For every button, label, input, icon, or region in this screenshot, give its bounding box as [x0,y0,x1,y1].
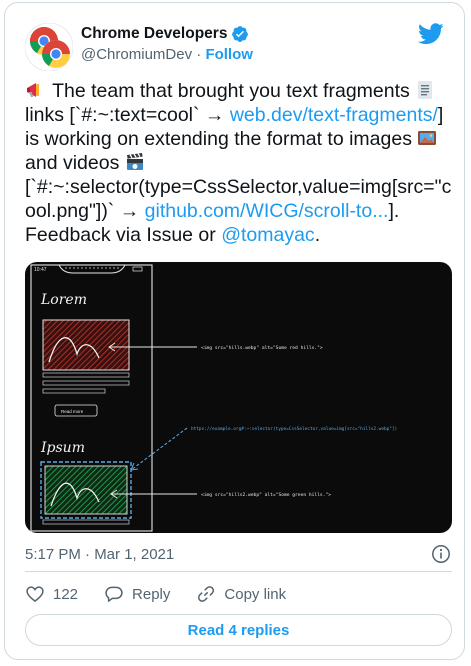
twitter-bird-icon[interactable] [418,23,444,45]
annotation-red-img: <img src="hills.webp" alt="Some red hill… [201,345,323,351]
author-name[interactable]: Chrome Developers [81,25,227,43]
tweet-text-part7: . [314,224,321,246]
reply-button[interactable]: Reply [104,584,170,604]
handle-separator: · [196,46,202,63]
heart-icon [26,586,44,603]
author-handle-row: @ChromiumDev · Follow [81,46,253,63]
megaphone-emoji-icon [27,83,39,97]
clapper-emoji-icon [126,153,143,170]
attached-image[interactable]: 10:47 Lorem Read more Ipsum <img src="hi… [25,262,452,533]
divider [25,571,452,572]
tweet-text-part1: The team that brought you text fragments [47,80,416,102]
annotation-url-selector: https://example.org#:~:selector(type=Css… [191,426,397,432]
tweet-text: The team that brought you text fragments… [25,79,455,247]
tweet-card: Chrome Developers @ChromiumDev · Follow … [4,2,465,660]
author-handle[interactable]: @ChromiumDev [81,46,192,63]
heading-lorem: Lorem [40,292,87,308]
copy-link-button[interactable]: Copy link [196,584,286,604]
info-icon[interactable] [431,544,451,564]
reply-label: Reply [132,585,171,603]
phone-notch [58,264,126,274]
author-name-row[interactable]: Chrome Developers [81,25,253,43]
diagram-illustration: 10:47 Lorem Read more Ipsum <img src="hi… [30,264,397,532]
reply-bubble-icon [105,586,123,602]
actions-bar: 122 Reply Copy link [25,584,312,604]
github-scroll-to-link[interactable]: github.com/WICG/scroll-to... [145,200,389,222]
copy-link-label: Copy link [224,585,287,603]
follow-button[interactable]: Follow [205,46,253,63]
tweet-text-part2: links [`#:~:text=cool` → [25,104,230,126]
read-replies-button[interactable]: Read 4 replies [25,614,452,646]
document-emoji-icon [418,81,433,99]
annotation-green-img: <img src="hills2.webp" alt="Some green h… [201,492,331,498]
chrome-logo-icon[interactable] [25,23,73,71]
read-more-label: Read more [61,409,84,414]
read-replies-label: Read 4 replies [187,621,290,639]
author-block: Chrome Developers @ChromiumDev · Follow [81,25,253,63]
tweet-text-part4: and videos [25,152,125,174]
like-count: 122 [53,585,79,603]
heading-ipsum: Ipsum [40,440,85,456]
text-fragments-link[interactable]: web.dev/text-fragments/ [230,104,438,126]
picture-emoji-icon [418,131,437,145]
tomayac-mention[interactable]: @tomayac [221,224,315,246]
verified-badge-icon [232,26,249,42]
like-button[interactable]: 122 [25,584,78,604]
status-time: 10:47 [34,267,47,273]
link-icon [198,586,215,602]
tweet-timestamp[interactable]: 5:17 PM · Mar 1, 2021 [25,546,174,563]
